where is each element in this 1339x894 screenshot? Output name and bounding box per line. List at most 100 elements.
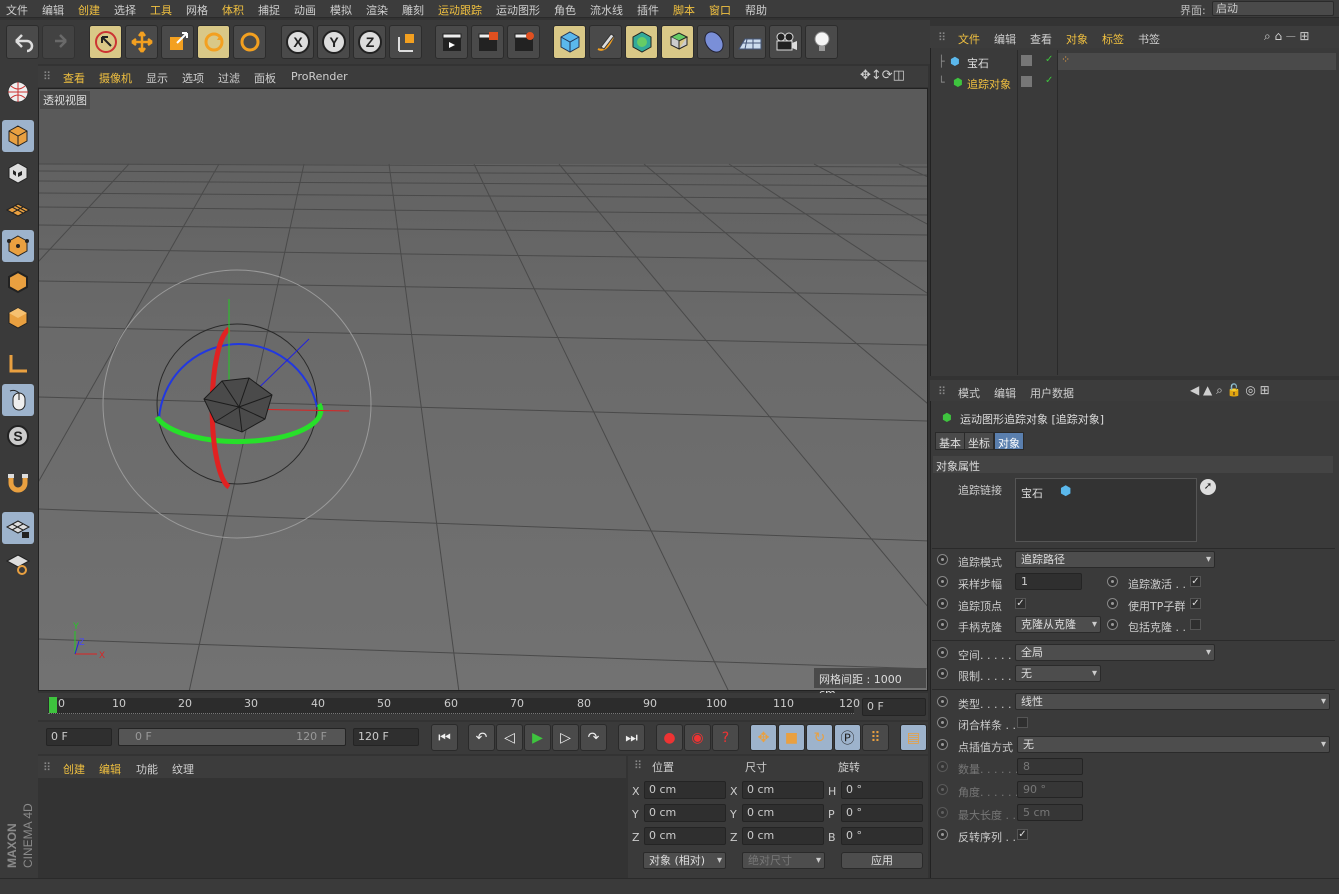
next-key-button[interactable]: ↷ xyxy=(580,724,607,751)
am-menu-userdata[interactable]: 用户数据 xyxy=(1030,385,1074,401)
material-menu-function[interactable]: 功能 xyxy=(136,761,158,777)
axis-mode-button[interactable] xyxy=(2,348,34,380)
material-menu-texture[interactable]: 纹理 xyxy=(172,761,194,777)
object-row-gem[interactable]: ├ ⬢ 宝石 xyxy=(934,53,1017,70)
anim-radio[interactable] xyxy=(1107,619,1118,630)
menu-file[interactable]: 文件 xyxy=(6,2,28,18)
menu-help[interactable]: 帮助 xyxy=(745,2,767,18)
menu-render[interactable]: 渲染 xyxy=(366,2,388,18)
render-picture-viewer-button[interactable] xyxy=(471,25,504,59)
sample-step-field[interactable]: 1 xyxy=(1015,573,1082,590)
scale-tool-button[interactable] xyxy=(161,25,194,59)
menu-animate[interactable]: 动画 xyxy=(294,2,316,18)
viewport-menu-panel[interactable]: 面板 xyxy=(254,70,276,86)
am-menu-edit[interactable]: 编辑 xyxy=(994,385,1016,401)
rot-h-field[interactable]: 0 ° xyxy=(841,781,923,799)
model-mode-button[interactable] xyxy=(2,120,34,152)
layer-toggle[interactable] xyxy=(1021,76,1032,87)
key-rotation-button[interactable]: ↻ xyxy=(806,724,833,751)
om-toolbar-icons[interactable]: ⌕ ⌂ ⏤ ⊞ xyxy=(1264,29,1309,44)
preview-range-slider[interactable]: 0 F 120 F xyxy=(118,728,346,746)
keyframe-selection-button[interactable]: ? xyxy=(712,724,739,751)
menu-character[interactable]: 角色 xyxy=(554,2,576,18)
render-view-button[interactable] xyxy=(435,25,468,59)
viewport-nav-icons[interactable]: ✥↕⟳◫ xyxy=(860,68,905,83)
points-mode-button[interactable] xyxy=(2,230,34,262)
size-x-field[interactable]: 0 cm xyxy=(742,781,824,799)
key-pla-button[interactable]: ⠿ xyxy=(862,724,889,751)
anim-radio[interactable] xyxy=(1107,576,1118,587)
interface-select[interactable]: 启动 xyxy=(1212,1,1334,16)
pen-spline-button[interactable] xyxy=(589,25,622,59)
include-clone-checkbox[interactable] xyxy=(1190,619,1201,630)
om-menu-view[interactable]: 查看 xyxy=(1030,31,1052,47)
om-menu-edit[interactable]: 编辑 xyxy=(994,31,1016,47)
viewport-menu-options[interactable]: 选项 xyxy=(182,70,204,86)
menu-mograph[interactable]: 运动图形 xyxy=(496,2,540,18)
coord-mode-dropdown[interactable]: 对象 (相对) xyxy=(643,852,726,869)
auto-key-button[interactable]: ◉ xyxy=(684,724,711,751)
pos-z-field[interactable]: 0 cm xyxy=(644,827,726,845)
anim-radio[interactable] xyxy=(937,554,948,565)
anim-radio[interactable] xyxy=(937,761,948,772)
camera-button[interactable] xyxy=(769,25,802,59)
anim-radio[interactable] xyxy=(937,668,948,679)
anim-radio[interactable] xyxy=(937,717,948,728)
edges-mode-button[interactable] xyxy=(2,266,34,298)
am-toolbar-icons[interactable]: ◀ ▲ ⌕ 🔓 ◎ ⊞ xyxy=(1190,383,1270,398)
redo-button[interactable] xyxy=(42,25,75,59)
handle-clone-dropdown[interactable]: 克隆从克隆 xyxy=(1015,616,1101,633)
deformer-button[interactable] xyxy=(697,25,730,59)
object-row-tracer[interactable]: └ ⬢ 追踪对象 xyxy=(934,74,1017,91)
subdivision-surface-button[interactable] xyxy=(625,25,658,59)
pos-x-field[interactable]: 0 cm xyxy=(644,781,726,799)
om-menu-file[interactable]: 文件 xyxy=(958,31,980,47)
use-tp-checkbox[interactable]: ✓ xyxy=(1190,598,1201,609)
type-dropdown[interactable]: 线性 xyxy=(1015,693,1330,710)
menu-select[interactable]: 选择 xyxy=(114,2,136,18)
end-frame-field[interactable]: 120 F xyxy=(353,728,419,746)
timeline-window-button[interactable]: ▤ xyxy=(900,724,927,751)
key-scale-button[interactable]: ■ xyxy=(778,724,805,751)
limit-dropdown[interactable]: 无 xyxy=(1015,665,1101,682)
coordinate-system-button[interactable] xyxy=(389,25,422,59)
menu-pipeline[interactable]: 流水线 xyxy=(590,2,623,18)
polygons-mode-button[interactable] xyxy=(2,302,34,334)
om-menu-tags[interactable]: 标签 xyxy=(1102,31,1124,47)
menu-snap[interactable]: 捕捉 xyxy=(258,2,280,18)
trace-active-checkbox[interactable]: ✓ xyxy=(1190,576,1201,587)
anim-radio[interactable] xyxy=(937,619,948,630)
material-menu-create[interactable]: 创建 xyxy=(63,761,85,777)
max-length-field[interactable]: 5 cm xyxy=(1017,804,1083,821)
anim-radio[interactable] xyxy=(937,696,948,707)
select-tool-button[interactable] xyxy=(89,25,122,59)
texture-mode-button[interactable] xyxy=(2,157,34,189)
anim-radio[interactable] xyxy=(937,647,948,658)
menu-simulate[interactable]: 模拟 xyxy=(330,2,352,18)
play-button[interactable]: ▶ xyxy=(524,724,551,751)
lock-workplane-button[interactable] xyxy=(2,512,34,544)
viewport-menu-cameras[interactable]: 摄像机 xyxy=(99,70,132,86)
snap-button[interactable] xyxy=(2,466,34,498)
trace-link-list[interactable]: 宝石 ⬢ xyxy=(1015,478,1197,542)
workplane-mode-button[interactable] xyxy=(2,193,34,225)
menu-mesh[interactable]: 网格 xyxy=(186,2,208,18)
anim-radio[interactable] xyxy=(1107,598,1118,609)
menu-tools[interactable]: 工具 xyxy=(150,2,172,18)
undo-button[interactable] xyxy=(6,25,39,59)
array-button[interactable] xyxy=(661,25,694,59)
render-settings-button[interactable] xyxy=(507,25,540,59)
om-menu-bookmarks[interactable]: 书签 xyxy=(1138,31,1160,47)
floor-button[interactable] xyxy=(733,25,766,59)
tab-basic[interactable]: 基本 xyxy=(935,432,965,450)
anim-radio[interactable] xyxy=(937,598,948,609)
tweak-mode-button[interactable] xyxy=(2,384,34,416)
y-axis-button[interactable]: Y xyxy=(317,25,350,59)
light-button[interactable] xyxy=(805,25,838,59)
trace-vertices-checkbox[interactable]: ✓ xyxy=(1015,598,1026,609)
make-editable-button[interactable] xyxy=(2,76,34,108)
menu-volume[interactable]: 体积 xyxy=(222,2,244,18)
angle-field[interactable]: 90 ° xyxy=(1017,781,1083,798)
anim-radio[interactable] xyxy=(937,784,948,795)
next-frame-button[interactable]: ▷ xyxy=(552,724,579,751)
